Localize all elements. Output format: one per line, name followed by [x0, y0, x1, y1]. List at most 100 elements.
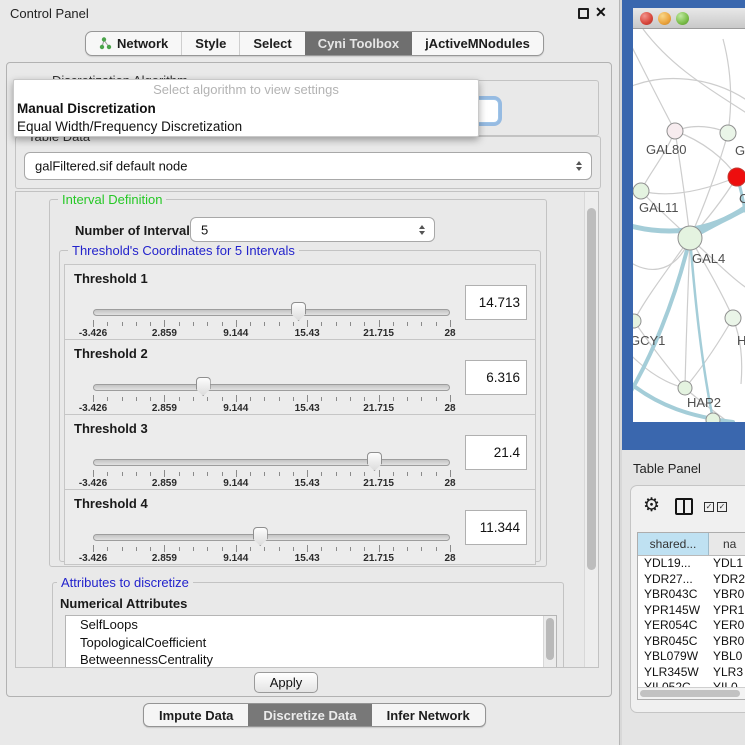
network-node: [706, 413, 720, 422]
table-cell[interactable]: YDL19...: [638, 556, 709, 572]
slider-track[interactable]: [93, 459, 450, 466]
threshold-3-panel: Threshold 3 -3.4262.8599.14415.4321.7152…: [64, 414, 536, 490]
slider-thumb[interactable]: [367, 452, 382, 471]
numerical-attributes-label: Numerical Attributes: [60, 596, 187, 611]
dropdown-option-equal-width-frequency[interactable]: Equal Width/Frequency Discretization: [14, 118, 478, 136]
zoom-traffic-light-icon[interactable]: [676, 12, 689, 25]
table-cell[interactable]: YBR0: [709, 634, 745, 650]
dropdown-option-manual-discretization[interactable]: Manual Discretization: [14, 100, 478, 118]
attribute-item[interactable]: BetweennessCentrality: [66, 651, 556, 668]
scrollbar-thumb[interactable]: [640, 690, 740, 697]
close-icon[interactable]: ✕: [595, 4, 607, 21]
network-view-window: GAL80 G C GAL11 GAL4 GCY1 H HAP2: [622, 0, 745, 450]
tab-jactivemnodules[interactable]: jActiveMNodules: [412, 32, 543, 55]
slider-ticks: [93, 395, 450, 403]
table-cell[interactable]: YBR043C: [638, 587, 709, 603]
list-scrollbar[interactable]: [543, 616, 556, 668]
table-cell[interactable]: YER054C: [638, 618, 709, 634]
gear-icon[interactable]: ⚙: [643, 494, 660, 517]
table-cell[interactable]: YPR145W: [638, 603, 709, 619]
table-data-group: Table Data galFiltered.sif default node: [15, 136, 601, 189]
tab-select[interactable]: Select: [239, 32, 304, 55]
checkbox-icon[interactable]: ✓: [704, 502, 714, 512]
slider-thumb[interactable]: [253, 527, 268, 546]
slider-thumb[interactable]: [291, 302, 306, 321]
table-row[interactable]: YDR27...YDR2: [638, 572, 745, 588]
network-window-titlebar[interactable]: [633, 8, 745, 29]
table-row[interactable]: YBL079WYBL0: [638, 649, 745, 665]
threshold-4-slider[interactable]: -3.4262.8599.14415.4321.71528: [93, 490, 450, 566]
attribute-item[interactable]: SelfLoops: [66, 616, 556, 634]
attribute-item[interactable]: TopologicalCoefficient: [66, 634, 556, 652]
num-intervals-dropdown[interactable]: 5: [190, 217, 435, 242]
tab-label: Style: [195, 36, 226, 51]
table-cell[interactable]: YBL0: [709, 649, 745, 665]
tab-impute-data[interactable]: Impute Data: [144, 704, 248, 726]
close-traffic-light-icon[interactable]: [640, 12, 653, 25]
tab-discretize-data[interactable]: Discretize Data: [248, 704, 371, 726]
table-cell[interactable]: YBL079W: [638, 649, 709, 665]
settings-scrollbar[interactable]: [584, 192, 598, 667]
table-cell[interactable]: YLR3: [709, 665, 745, 681]
table-row[interactable]: YBR045CYBR0: [638, 634, 745, 650]
tab-cyni-toolbox[interactable]: Cyni Toolbox: [305, 32, 412, 55]
threshold-1-value-field[interactable]: [465, 285, 527, 320]
table-cell[interactable]: YDR2: [709, 572, 745, 588]
network-node: [633, 183, 649, 199]
tab-infer-network[interactable]: Infer Network: [372, 704, 485, 726]
tab-network[interactable]: Network: [86, 32, 181, 55]
stepper-arrows-icon: [419, 225, 425, 235]
scrollbar-thumb[interactable]: [546, 618, 554, 660]
column-header-shared-name[interactable]: shared...: [638, 533, 709, 555]
threshold-2-slider[interactable]: -3.4262.8599.14415.4321.71528: [93, 340, 450, 416]
table-cell[interactable]: YDL1: [709, 556, 745, 572]
table-cell[interactable]: YBR0: [709, 587, 745, 603]
table-cell[interactable]: YBR045C: [638, 634, 709, 650]
slider-track[interactable]: [93, 384, 450, 391]
table-row[interactable]: YLR345WYLR3: [638, 665, 745, 681]
node-label-partial-top: G: [735, 143, 745, 158]
node-label-partial-mid: C: [739, 191, 745, 206]
node-label-hap2: HAP2: [687, 395, 721, 410]
table-cell[interactable]: YLR345W: [638, 665, 709, 681]
table-horizontal-scrollbar[interactable]: [638, 687, 745, 699]
threshold-1-panel: Threshold 1 -3.4262.8599.14415.4321.7152…: [64, 264, 536, 340]
threshold-1-slider[interactable]: -3.4262.8599.14415.4321.71528: [93, 265, 450, 341]
num-intervals-value: 5: [201, 222, 208, 237]
settings-scrollpane: Interval Definition Number of Intervals …: [15, 191, 599, 668]
table-cell[interactable]: YER0: [709, 618, 745, 634]
screenshot-root: Control Panel ✕ Network Style Select Cyn…: [0, 0, 745, 745]
network-canvas[interactable]: GAL80 G C GAL11 GAL4 GCY1 H HAP2: [633, 29, 745, 422]
table-data-dropdown[interactable]: galFiltered.sif default node: [24, 152, 592, 180]
node-label-gal4: GAL4: [692, 251, 725, 266]
scrollbar-thumb[interactable]: [587, 208, 596, 570]
slider-track[interactable]: [93, 309, 450, 316]
table-row[interactable]: YPR145WYPR1: [638, 603, 745, 619]
slider-thumb[interactable]: [196, 377, 211, 396]
float-window-icon[interactable]: [578, 8, 589, 19]
threshold-4-value-field[interactable]: [465, 510, 527, 545]
network-node-selected: [728, 168, 745, 186]
threshold-3-slider[interactable]: -3.4262.8599.14415.4321.71528: [93, 415, 450, 491]
network-node: [720, 125, 736, 141]
table-row[interactable]: YBR043CYBR0: [638, 587, 745, 603]
table-cell[interactable]: YPR1: [709, 603, 745, 619]
bottom-tab-bar: Impute Data Discretize Data Infer Networ…: [143, 703, 486, 727]
threshold-3-value-field[interactable]: [465, 435, 527, 470]
table-row[interactable]: YER054CYER0: [638, 618, 745, 634]
threshold-2-panel: Threshold 2 -3.4262.8599.14415.4321.7152…: [64, 339, 536, 415]
table-cell[interactable]: YDR27...: [638, 572, 709, 588]
numerical-attributes-list[interactable]: SelfLoopsTopologicalCoefficientBetweenne…: [65, 615, 557, 668]
column-header-name[interactable]: na: [709, 533, 745, 555]
tab-style[interactable]: Style: [181, 32, 239, 55]
table-panel-title: Table Panel: [633, 461, 701, 476]
control-panel-window: Control Panel ✕ Network Style Select Cyn…: [0, 0, 620, 745]
tab-label: Impute Data: [159, 708, 233, 723]
minimize-traffic-light-icon[interactable]: [658, 12, 671, 25]
checkbox-icon[interactable]: ✓: [717, 502, 727, 512]
threshold-2-value-field[interactable]: [465, 360, 527, 395]
slider-track[interactable]: [93, 534, 450, 541]
table-row[interactable]: YDL19...YDL1: [638, 556, 745, 572]
columns-icon[interactable]: [675, 498, 693, 515]
apply-button[interactable]: Apply: [254, 672, 318, 693]
